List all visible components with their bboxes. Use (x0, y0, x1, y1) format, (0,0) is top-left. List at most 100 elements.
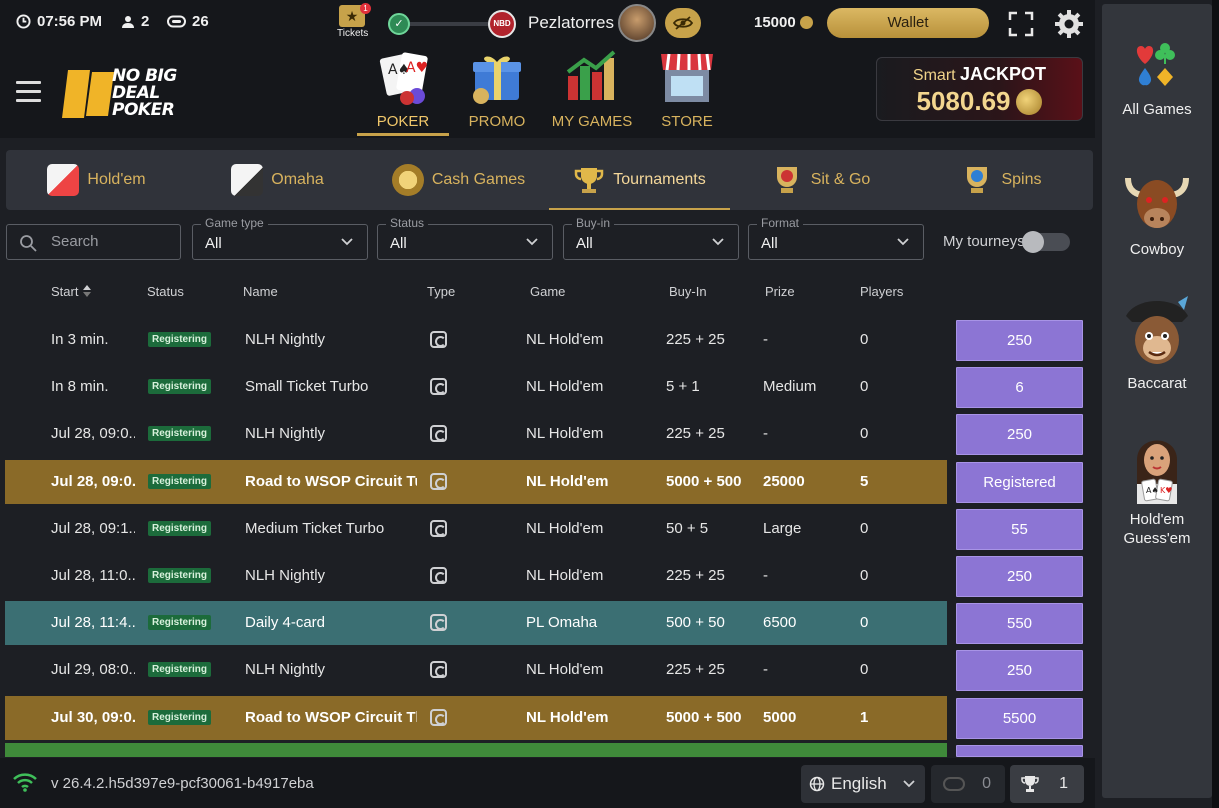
cell-start: Jul 30, 09:0... (51, 709, 135, 726)
user-avatar[interactable] (618, 4, 656, 42)
cell-start: Jul 28, 11:0... (51, 567, 135, 584)
col-prize[interactable]: Prize (765, 284, 795, 299)
format-select[interactable]: Format All (748, 216, 924, 260)
table-row[interactable]: In 3 min. Registering NLH Nightly NL Hold'e… (5, 318, 947, 362)
nav-poker[interactable]: A♠ A♥ POKER (357, 50, 449, 136)
level-progress[interactable]: ✓ NBD (388, 10, 516, 38)
cell-start: In 8 min. (51, 378, 109, 395)
register-button[interactable]: 250 (956, 320, 1083, 361)
username[interactable]: Pezlatorres (528, 13, 614, 33)
table-row[interactable]: In 8 min. Registering Small Ticket Turbo NL… (5, 365, 947, 409)
tournament-type-icon (430, 473, 447, 490)
table-row[interactable]: Jul 29, 08:0... Registering NLH Nightly NL … (5, 648, 947, 692)
sidebar-item-baccarat[interactable]: Baccarat (1102, 294, 1212, 393)
open-tables: 26 (167, 13, 209, 30)
cell-prize: 25000 (763, 473, 805, 490)
cell-prize: 5000 (763, 709, 797, 726)
col-buyin[interactable]: Buy-In (669, 284, 707, 299)
my-tourneys-toggle[interactable] (1022, 231, 1070, 253)
balance: 15000 (754, 14, 813, 31)
tickets-badge: 1 (360, 3, 371, 14)
cell-players: 5 (860, 473, 869, 490)
status-badge: Registering (148, 568, 212, 583)
tickets-button[interactable]: ★ 1 Tickets (337, 3, 371, 39)
col-status[interactable]: Status (147, 284, 184, 299)
hide-balance-button[interactable] (665, 8, 701, 38)
window-edge (1212, 0, 1219, 808)
register-button[interactable]: 250 (956, 556, 1083, 597)
cell-start: Jul 28, 09:0... (51, 473, 135, 490)
cell-players: 0 (860, 567, 869, 584)
table-row[interactable]: Jul 28, 11:4... Registering Daily 4-card PL… (5, 601, 947, 645)
logo[interactable]: NO BIG DEAL POKER (60, 64, 220, 124)
register-button[interactable]: 250 (956, 650, 1083, 691)
open-tables-count: 0 (982, 775, 991, 792)
tab-omaha[interactable]: Omaha (187, 150, 368, 210)
tournament-type-icon (430, 331, 447, 348)
pirate-monkey-icon (1126, 296, 1188, 364)
status-badge: Registering (148, 662, 212, 677)
table-row[interactable]: Jul 28, 09:0... Registering NLH Nightly NL … (5, 412, 947, 456)
register-button[interactable]: 250 (956, 414, 1083, 455)
buy-in-select[interactable]: Buy-in All (563, 216, 739, 260)
tab-sit-and-go[interactable]: Sit & Go (730, 150, 911, 210)
tab-spins[interactable]: Spins (911, 150, 1092, 210)
cell-buyin: 225 + 25 (666, 567, 725, 584)
cell-name: NLH Nightly (245, 567, 326, 584)
wallet-button[interactable]: Wallet (827, 8, 989, 38)
nav-promo[interactable]: PROMO (466, 50, 528, 136)
tab-tournaments[interactable]: Tournaments (549, 150, 730, 210)
cell-players: 0 (860, 661, 869, 678)
sidebar-item-all-games[interactable]: All Games (1102, 38, 1212, 119)
cell-name: Road to WSOP Circuit Tue... (245, 473, 417, 490)
language-select[interactable]: English (801, 765, 925, 803)
smart-jackpot[interactable]: Smart JACKPOT 5080.69 (876, 57, 1083, 121)
table-row[interactable]: Jul 28, 11:0... Registering NLH Nightly NL … (5, 554, 947, 598)
settings-gear-icon[interactable] (1054, 9, 1084, 39)
poker-cards-icon: A♠ A♥ (373, 50, 433, 106)
col-game[interactable]: Game (530, 284, 565, 299)
table-row[interactable]: Jul 28, 09:0... Registering Road to WSOP C… (5, 460, 947, 504)
register-button[interactable]: 5500 (956, 698, 1083, 739)
game-type-value: All (205, 235, 222, 252)
sidebar-item-holdem-guessem[interactable]: A♠ K♥ Hold'em Guess'em (1102, 430, 1212, 548)
format-value: All (761, 235, 778, 252)
table-row-partial[interactable] (5, 743, 947, 757)
nbd-level-badge: NBD (488, 10, 516, 38)
nav-store[interactable]: STORE (656, 50, 718, 136)
sidebar-label: Cowboy (1129, 241, 1185, 258)
my-tournaments-button[interactable]: 1 (1010, 765, 1084, 803)
status-select[interactable]: Status All (377, 216, 553, 260)
cell-name: NLH Nightly (245, 331, 326, 348)
balance-value: 15000 (754, 14, 796, 31)
register-button-partial[interactable] (956, 745, 1083, 757)
registered-button[interactable]: Registered (956, 462, 1083, 503)
tab-holdem[interactable]: Hold'em (6, 150, 187, 210)
game-type-select[interactable]: Game type All (192, 216, 368, 260)
clock-icon (16, 14, 31, 29)
nav-my-games[interactable]: MY GAMES (551, 50, 633, 136)
fullscreen-icon[interactable] (1008, 11, 1034, 37)
tournament-type-icon (430, 661, 447, 678)
cell-players: 0 (860, 378, 869, 395)
tab-cash-games[interactable]: Cash Games (368, 150, 549, 210)
clock-time: 07:56 PM (37, 13, 103, 30)
col-players[interactable]: Players (860, 284, 903, 299)
col-type[interactable]: Type (427, 284, 455, 299)
cell-game: NL Hold'em (526, 661, 604, 678)
register-button[interactable]: 6 (956, 367, 1083, 408)
open-tables-button[interactable]: 0 (931, 765, 1005, 803)
col-name[interactable]: Name (243, 284, 278, 299)
toggle-knob (1022, 231, 1044, 253)
hamburger-menu-icon[interactable] (16, 81, 41, 102)
register-button[interactable]: 550 (956, 603, 1083, 644)
search-box[interactable] (6, 224, 181, 260)
search-input[interactable] (51, 233, 171, 250)
register-button[interactable]: 55 (956, 509, 1083, 550)
cell-prize: Large (763, 520, 802, 537)
sidebar-item-cowboy[interactable]: Cowboy (1102, 172, 1212, 259)
col-start[interactable]: Start (51, 284, 92, 299)
cell-prize: - (763, 567, 768, 584)
table-row[interactable]: Jul 28, 09:1... Registering Medium Ticket … (5, 507, 947, 551)
table-row[interactable]: Jul 30, 09:0... Registering Road to WSOP C… (5, 696, 947, 740)
